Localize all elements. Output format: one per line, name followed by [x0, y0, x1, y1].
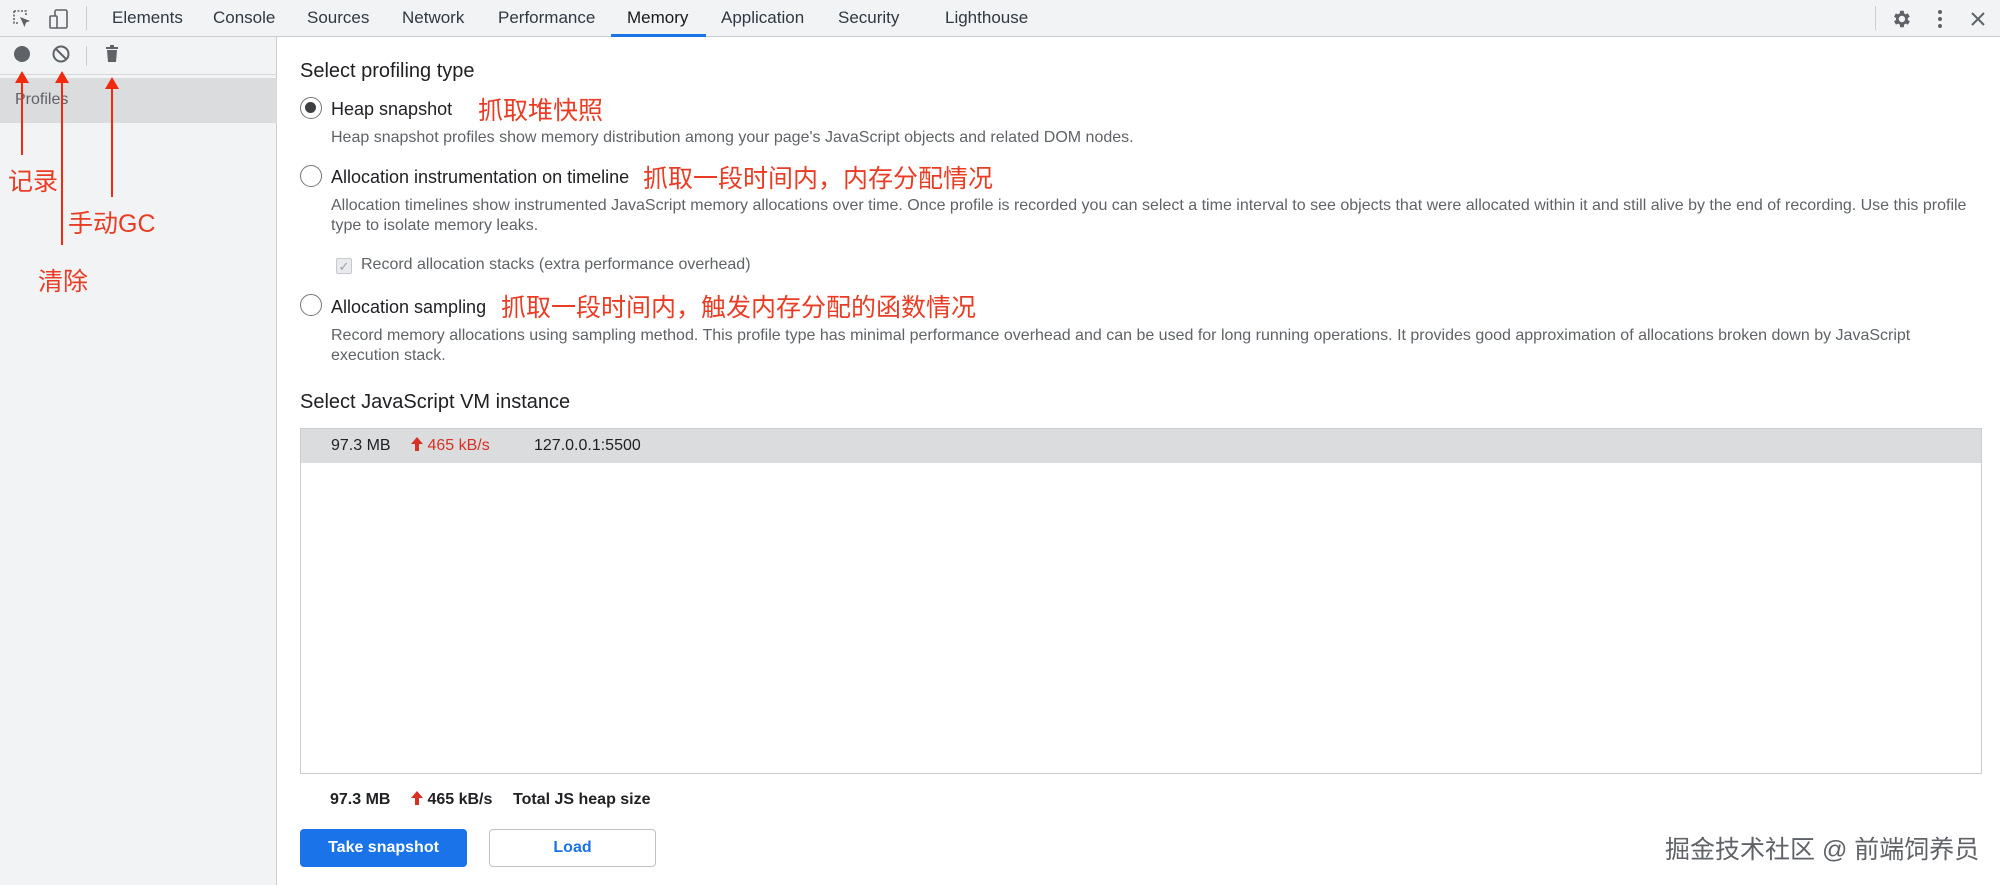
total-heap-rate-value: 465 kB/s	[427, 791, 493, 808]
settings-icon[interactable]	[1888, 6, 1914, 32]
tab-memory[interactable]: Memory	[627, 0, 688, 37]
allocation-sampling-annotation: 抓取一段时间内，触发内存分配的函数情况	[501, 294, 977, 322]
tab-network[interactable]: Network	[402, 0, 464, 37]
tab-elements[interactable]: Elements	[112, 0, 183, 37]
more-icon[interactable]	[1927, 6, 1953, 32]
toolbar-divider	[86, 6, 87, 30]
total-heap-label: Total JS heap size	[513, 791, 651, 808]
device-toggle-icon[interactable]	[46, 6, 72, 32]
record-stacks-checkbox[interactable]: ✓	[336, 258, 352, 274]
vm-url: 127.0.0.1:5500	[534, 437, 641, 454]
heap-snapshot-annotation: 抓取堆快照	[478, 97, 604, 125]
devtools-tab-bar: Elements Console Sources Network Perform…	[0, 0, 2000, 37]
allocation-sampling-label[interactable]: Allocation sampling	[331, 297, 486, 318]
allocation-timeline-radio[interactable]	[300, 165, 322, 187]
vm-instance-list: 97.3 MB 465 kB/s 127.0.0.1:5500	[300, 428, 1982, 774]
tab-security[interactable]: Security	[838, 0, 899, 37]
take-snapshot-button[interactable]: Take snapshot	[300, 829, 467, 867]
record-icon	[12, 44, 32, 69]
profiling-type-heading: Select profiling type	[300, 60, 475, 82]
watermark: 掘金技术社区 @ 前端饲养员	[1665, 836, 1980, 864]
heap-snapshot-radio[interactable]	[300, 97, 322, 119]
trash-icon	[102, 44, 122, 69]
total-heap-size: 97.3 MB	[330, 791, 391, 808]
vm-rate: 465 kB/s	[411, 437, 490, 455]
record-button[interactable]	[9, 43, 35, 69]
record-stacks-label[interactable]: Record allocation stacks (extra performa…	[361, 256, 751, 274]
heap-snapshot-description: Heap snapshot profiles show memory distr…	[331, 129, 1134, 146]
clear-icon	[51, 44, 71, 69]
allocation-timeline-description: Allocation timelines show instrumented J…	[331, 197, 1967, 234]
tab-sources[interactable]: Sources	[307, 0, 369, 37]
load-button[interactable]: Load	[489, 829, 656, 867]
allocation-sampling-radio[interactable]	[300, 294, 322, 316]
allocation-timeline-label[interactable]: Allocation instrumentation on timeline	[331, 167, 629, 188]
vm-rate-value: 465 kB/s	[427, 437, 490, 454]
profiles-header: Profiles	[0, 78, 277, 123]
heap-snapshot-label[interactable]: Heap snapshot	[331, 99, 452, 120]
record-annotation-arrow	[15, 71, 29, 155]
inspect-icon[interactable]	[9, 6, 35, 32]
tab-performance[interactable]: Performance	[498, 0, 595, 37]
arrow-up-icon	[411, 437, 427, 454]
record-annotation: 记录	[8, 168, 59, 196]
collect-garbage-button[interactable]	[99, 43, 125, 69]
arrow-up-icon	[411, 791, 427, 808]
total-heap-rate: 465 kB/s	[411, 791, 492, 809]
tab-lighthouse[interactable]: Lighthouse	[945, 0, 1028, 37]
vm-instance-heading: Select JavaScript VM instance	[300, 391, 571, 413]
clear-annotation: 清除	[38, 268, 89, 296]
clear-annotation-arrow	[55, 71, 69, 245]
toolbar-divider	[86, 46, 87, 66]
vm-heap-size: 97.3 MB	[331, 437, 391, 454]
tab-application[interactable]: Application	[721, 0, 804, 37]
sidebar-toolbar	[0, 37, 277, 75]
toolbar-divider	[1875, 6, 1876, 30]
memory-panel: Select profiling type Heap snapshot 抓取堆快…	[278, 37, 2000, 885]
allocation-sampling-description: Record memory allocations using sampling…	[331, 327, 1911, 364]
close-icon[interactable]	[1965, 6, 1991, 32]
vm-instance-row[interactable]: 97.3 MB 465 kB/s 127.0.0.1:5500	[301, 429, 1981, 463]
allocation-timeline-annotation: 抓取一段时间内，内存分配情况	[643, 165, 994, 193]
clear-button[interactable]	[48, 43, 74, 69]
tab-console[interactable]: Console	[213, 0, 275, 37]
gc-annotation-arrow	[105, 77, 119, 197]
gc-annotation: 手动GC	[68, 210, 156, 238]
